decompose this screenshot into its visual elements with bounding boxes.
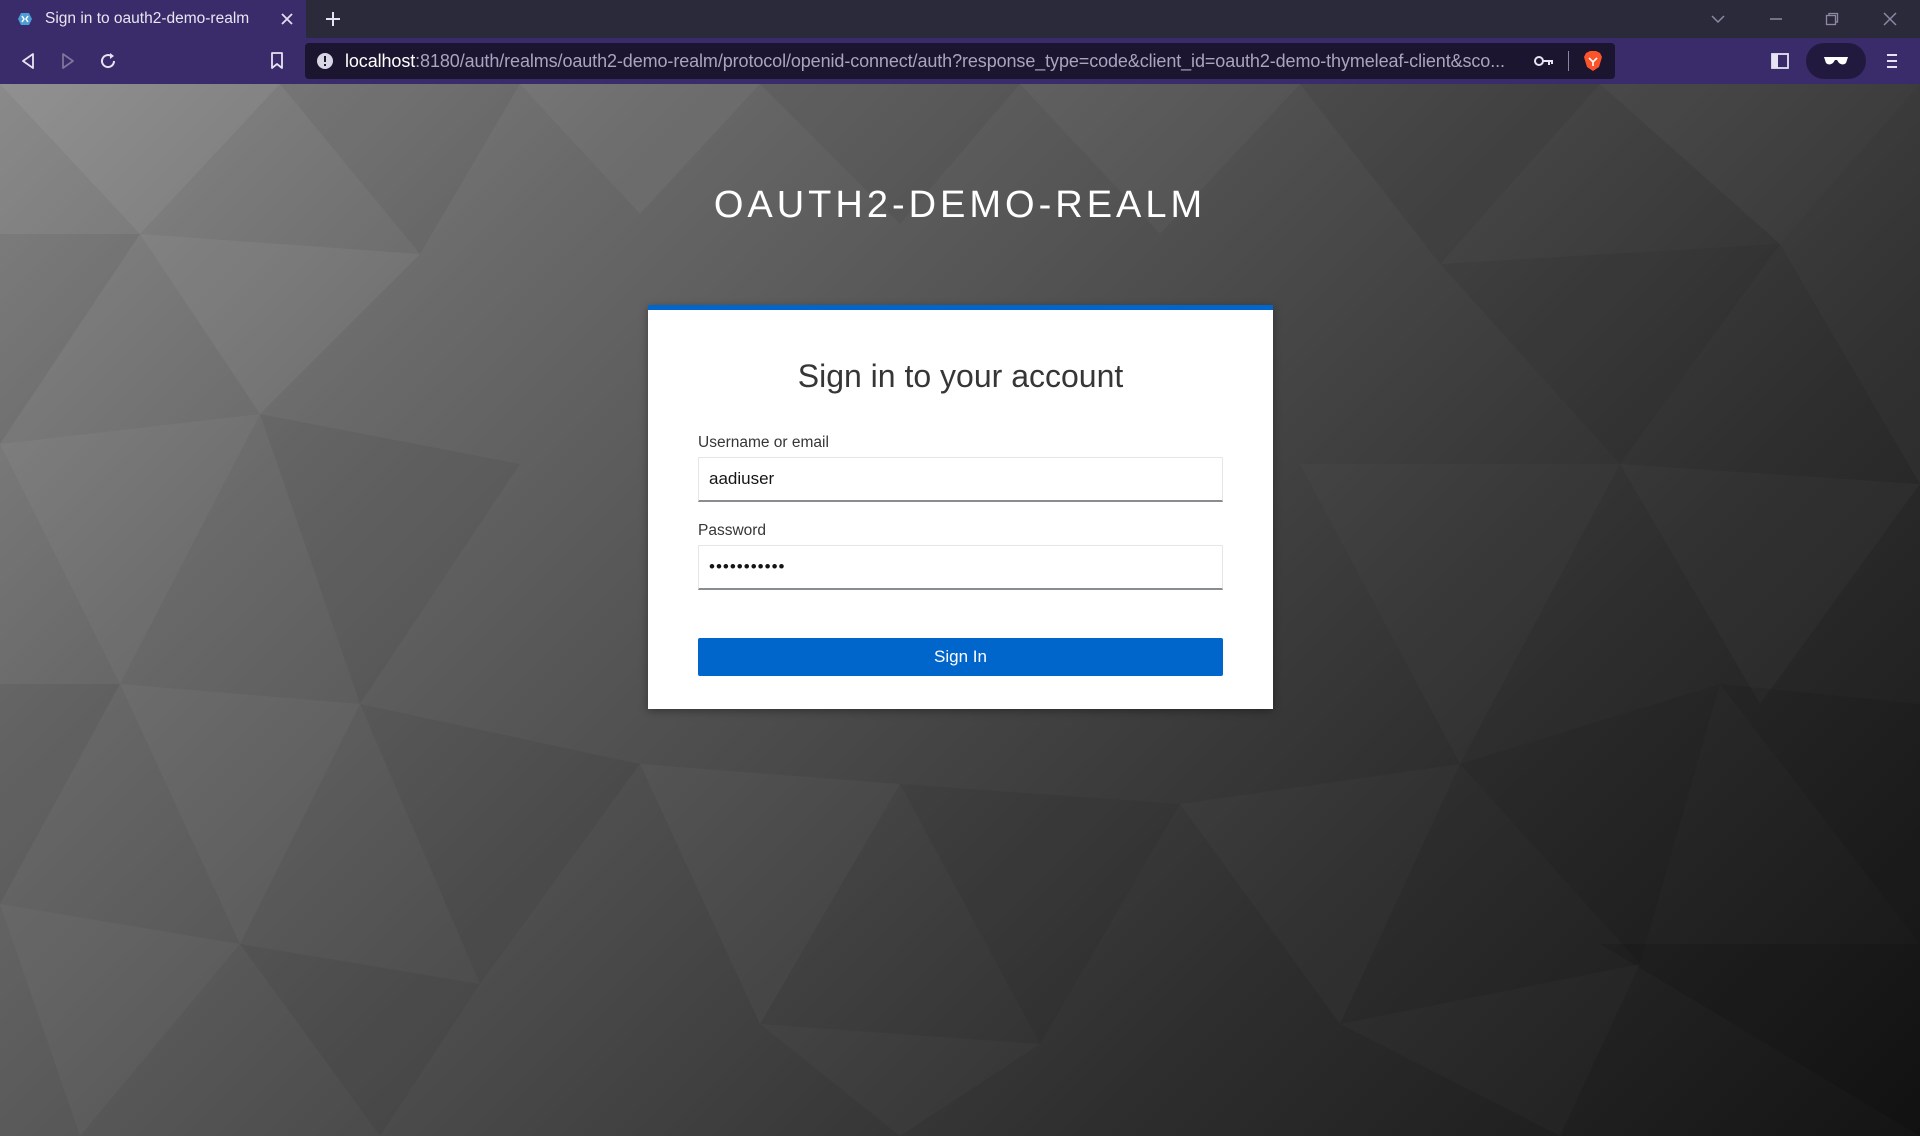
back-arrow-icon [22, 53, 34, 69]
sidebar-toggle-button[interactable] [1764, 45, 1796, 77]
page-viewport: OAUTH2-DEMO-REALM Sign in to your accoun… [0, 84, 1920, 1136]
plus-icon [326, 12, 340, 26]
hamburger-menu-icon [1887, 54, 1897, 68]
tab-title: Sign in to oauth2-demo-realm [45, 10, 250, 27]
username-label: Username or email [698, 434, 829, 451]
back-button[interactable] [12, 45, 44, 77]
close-tab-icon[interactable] [272, 4, 302, 34]
sign-in-button[interactable]: Sign In [698, 638, 1223, 676]
keycloak-favicon-icon [15, 10, 35, 28]
login-card: Sign in to your account Username or emai… [648, 305, 1273, 709]
reload-icon [101, 53, 116, 69]
tab-strip: Sign in to oauth2-demo-realm [0, 0, 1920, 38]
url-path: :8180/auth/realms/oauth2-demo-realm/prot… [415, 50, 1505, 71]
bookmark-icon [271, 52, 283, 69]
browser-toolbar: localhost:8180/auth/realms/oauth2-demo-r… [0, 38, 1920, 84]
browser-tab-active[interactable]: Sign in to oauth2-demo-realm [0, 0, 306, 38]
password-label: Password [698, 522, 767, 539]
username-input[interactable] [698, 457, 1223, 502]
menu-button[interactable] [1876, 45, 1908, 77]
address-bar[interactable]: localhost:8180/auth/realms/oauth2-demo-r… [305, 43, 1615, 79]
glasses-icon [1824, 57, 1848, 65]
brave-shields-icon[interactable] [1575, 43, 1611, 79]
password-key-icon[interactable] [1526, 43, 1562, 79]
url-host: localhost [345, 50, 416, 71]
sidebar-icon [1771, 53, 1789, 69]
wallet-extension-button[interactable] [1806, 43, 1866, 79]
new-tab-button[interactable] [318, 4, 348, 34]
site-info-icon[interactable] [305, 43, 345, 79]
card-title: Sign in to your account [797, 358, 1124, 394]
url-text[interactable]: localhost:8180/auth/realms/oauth2-demo-r… [345, 51, 1526, 72]
restore-window-icon[interactable] [1814, 4, 1850, 34]
minimize-window-icon[interactable] [1758, 4, 1794, 34]
forward-arrow-icon [62, 53, 74, 69]
forward-button[interactable] [52, 45, 84, 77]
reload-button[interactable] [92, 45, 124, 77]
close-window-icon[interactable] [1872, 4, 1908, 34]
password-input[interactable]: ••••••••••• [698, 545, 1223, 590]
divider [1568, 51, 1569, 71]
realm-header: OAUTH2-DEMO-REALM [713, 184, 1207, 226]
tab-search-chevron-icon[interactable] [1700, 4, 1736, 34]
bookmark-button[interactable] [261, 45, 293, 77]
